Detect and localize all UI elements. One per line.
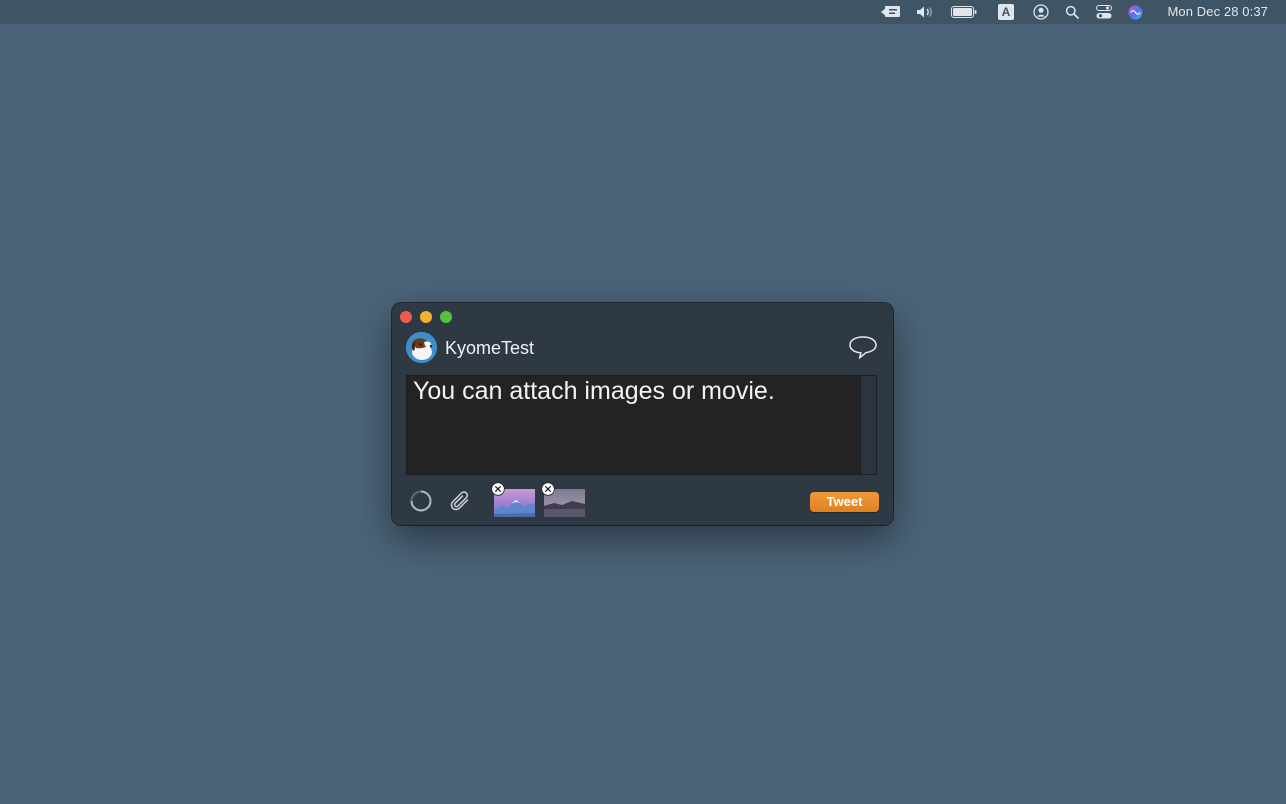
spotlight-search-icon[interactable] (1063, 4, 1081, 20)
reply-button[interactable] (847, 334, 879, 362)
input-source-icon[interactable]: A (997, 4, 1015, 20)
menu-bar-clock[interactable]: Mon Dec 28 0:37 (1167, 4, 1268, 20)
editor-scrollbar[interactable] (860, 376, 876, 474)
account-name[interactable]: KyomeTest (445, 337, 534, 359)
compose-window: KyomeTest You can attach images or movie… (392, 303, 893, 525)
speech-bubble-icon (849, 336, 877, 359)
battery-icon[interactable] (951, 4, 977, 20)
remove-attachment-button[interactable] (541, 482, 555, 496)
attach-media-button[interactable] (448, 489, 472, 513)
input-source-label: A (998, 4, 1014, 20)
zoom-window-button[interactable] (440, 311, 452, 323)
speech-bubble-icon[interactable] (881, 4, 901, 20)
siri-icon[interactable] (1126, 4, 1144, 20)
loading-spinner-icon (410, 490, 432, 512)
close-icon (491, 482, 505, 496)
tweet-button[interactable]: Tweet (810, 492, 879, 512)
close-icon (541, 482, 555, 496)
control-center-icon[interactable] (1095, 4, 1113, 20)
paperclip-icon (450, 491, 469, 511)
close-window-button[interactable] (400, 311, 412, 323)
tweet-text-content[interactable]: You can attach images or movie. (413, 376, 775, 406)
minimize-window-button[interactable] (420, 311, 432, 323)
volume-icon[interactable] (916, 4, 936, 20)
menu-bar: A Mon Dec 28 0:37 (0, 0, 1286, 24)
user-icon[interactable] (1032, 4, 1050, 20)
remove-attachment-button[interactable] (491, 482, 505, 496)
dog-avatar-icon (406, 332, 437, 363)
tweet-text-editor[interactable]: You can attach images or movie. (406, 375, 877, 475)
account-avatar[interactable] (406, 332, 437, 363)
